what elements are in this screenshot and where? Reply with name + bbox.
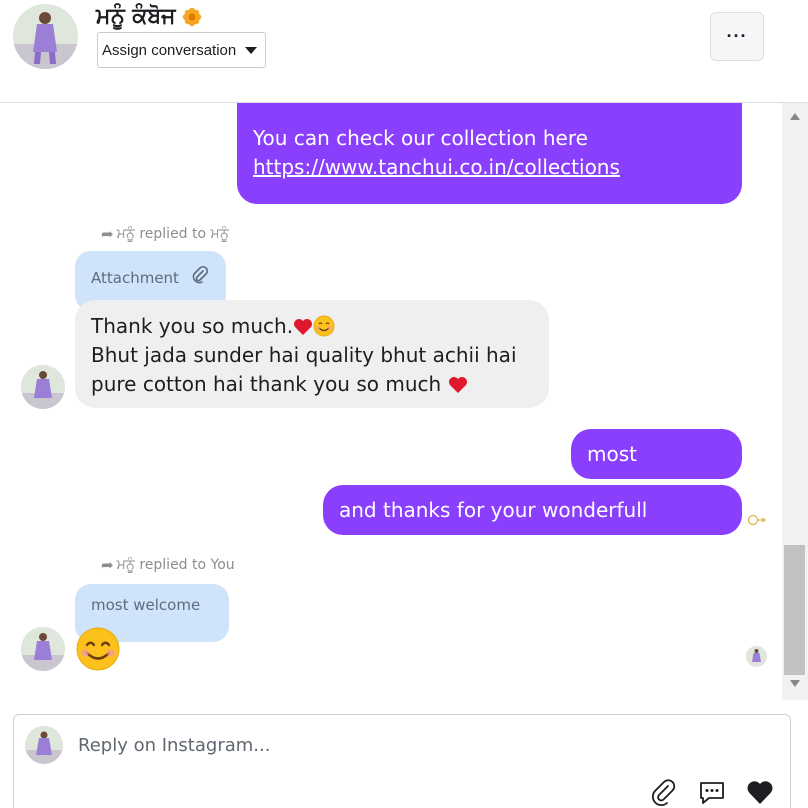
replied-label: ➦ ਮਨੂੰ replied to You [101,556,235,574]
replied-label: ➦ ਮਨੂੰ replied to ਮਨੂੰ [101,225,229,243]
message-line-partial [253,103,726,122]
incoming-emoji-message [75,626,121,672]
thread-scrollbar[interactable] [782,103,808,700]
outgoing-message: You can check our collection here https:… [237,103,742,204]
reply-input[interactable] [78,735,678,756]
incoming-message: Thank you so much. Bhut jada sunder hai … [75,300,549,408]
reply-arrow-icon: ➦ [101,556,114,574]
replied-label-text: ਮਨੂੰ replied to ਮਨੂੰ [116,226,229,242]
assign-conversation-dropdown[interactable]: Assign conversation [97,32,266,68]
smiling-face-emoji [313,315,335,337]
message-thread: You can check our collection here https:… [0,103,782,700]
replied-label-text: ਮਨੂੰ replied to You [116,557,235,573]
contact-name-text: ਮਨੂੰ ਕੰਬੋਜ [96,4,176,29]
message-line: pure cotton hai thank you so much [91,372,448,396]
heart-icon[interactable] [745,777,775,807]
contact-avatar-small [21,365,65,409]
scroll-thumb[interactable] [784,545,805,675]
read-receipt-avatar [746,646,767,667]
reply-arrow-icon: ➦ [101,225,114,243]
heart-emoji [293,315,313,335]
user-avatar [25,726,63,764]
contact-name: ਮਨੂੰ ਕੰਬੋਜ [96,4,202,29]
outgoing-message: and thanks for your wonderfull feedback [323,485,742,572]
scroll-up-arrow-icon[interactable] [790,113,800,120]
message-line: You can check our collection here [253,126,588,150]
contact-avatar-small [21,627,65,671]
more-options-button[interactable]: ··· [710,12,764,61]
caret-down-icon [245,46,257,54]
collection-link[interactable]: https://www.tanchui.co.in/collections [253,155,620,179]
assign-conversation-label: Assign conversation [102,41,237,59]
message-text: and thanks for your wonderfull feedback [339,498,648,572]
outgoing-message: most welcome [571,429,742,516]
heart-emoji [448,373,468,393]
message-line: Bhut jada sunder hai quality bhut achii … [91,343,517,367]
scroll-down-arrow-icon[interactable] [790,680,800,687]
paperclip-icon[interactable] [649,777,679,807]
conversation-header: ਮਨੂੰ ਕੰਬੋਜ Assign conversation ··· [0,0,808,103]
message-line: Thank you so much. [91,314,294,338]
flower-icon [182,7,202,27]
contact-avatar[interactable] [13,4,78,69]
quoted-text: most welcome [91,596,201,614]
reply-composer [13,714,791,808]
seen-indicator-icon [747,513,767,527]
chat-bubble-icon[interactable] [697,777,727,807]
more-options-icon: ··· [726,26,748,46]
